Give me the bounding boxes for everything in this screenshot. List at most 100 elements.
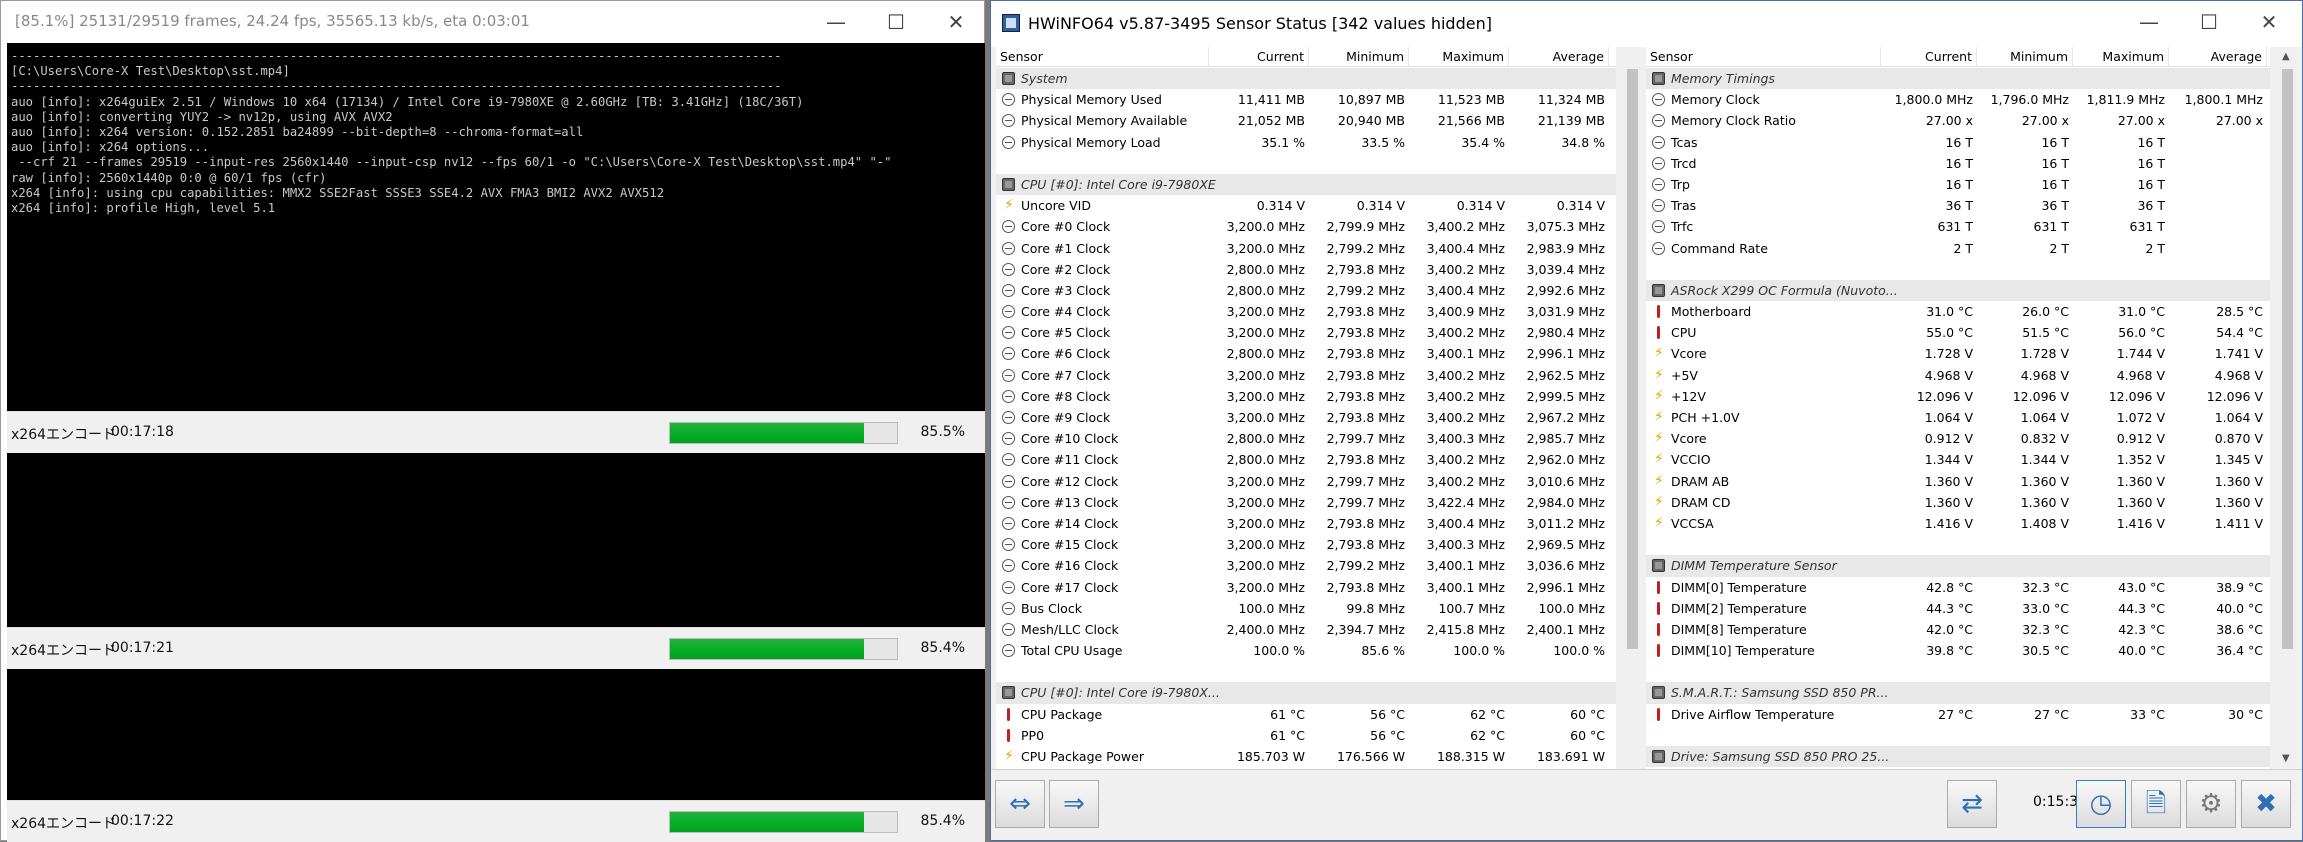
sensor-row[interactable]: ⚡ CPU Package Power 185.703 W 176.566 W 188.… (996, 746, 1616, 767)
sensor-row[interactable]: Core #15 Clock 3,200.0 MHz 2,793.8 MHz 3,40… (996, 534, 1616, 555)
sensor-row[interactable]: ⚡ Uncore VID 0.314 V 0.314 V 0.314 V 0.314 V (996, 195, 1616, 216)
scroll-down-icon[interactable]: ▼ (2282, 753, 2290, 764)
sensor-row[interactable]: DIMM[8] Temperature 42.0 °C 32.3 °C 42.3 °C… (1646, 619, 2270, 640)
sensor-group-header[interactable]: System (996, 68, 1616, 90)
maximize-button[interactable]: ☐ (873, 1, 919, 43)
sensor-row[interactable]: Core #0 Clock 3,200.0 MHz 2,799.9 MHz 3,400… (996, 216, 1616, 237)
network-button[interactable]: ⇄ (1947, 780, 1997, 828)
sensor-row[interactable]: Core #2 Clock 2,800.0 MHz 2,793.8 MHz 3,400… (996, 259, 1616, 280)
sensor-table-header: Sensor Current Minimum Maximum Average (1646, 47, 2270, 67)
sensor-row[interactable]: PP0 61 °C 56 °C 62 °C 60 °C (996, 725, 1616, 746)
sensor-row[interactable]: Core #13 Clock 3,200.0 MHz 2,799.7 MHz 3,42… (996, 492, 1616, 513)
log-file-button[interactable]: 🗎 (2131, 780, 2181, 828)
sensor-row[interactable]: Core #5 Clock 3,200.0 MHz 2,793.8 MHz 3,400… (996, 322, 1616, 343)
sensor-row[interactable]: ⚡ VCCIO 1.344 V 1.344 V 1.352 V 1.345 V (1646, 449, 2270, 470)
sensor-row[interactable]: Physical Memory Used 11,411 MB 10,897 MB 11… (996, 89, 1616, 110)
minimize-button[interactable]: — (813, 1, 859, 43)
sensor-row[interactable]: Total CPU Usage 100.0 % 85.6 % 100.0 % 100.0… (996, 640, 1616, 661)
sensor-row[interactable]: Motherboard 31.0 °C 26.0 °C 31.0 °C 28.5 °C (1646, 301, 2270, 322)
encoder-console-window: [85.1%] 25131/29519 frames, 24.24 fps, 3… (0, 0, 985, 842)
sensor-row[interactable]: ⚡ PCH +1.0V 1.064 V 1.064 V 1.072 V 1.064 V (1646, 407, 2270, 428)
scroll-up-icon[interactable]: ▲ (2282, 51, 2290, 62)
maximum-value: 3,400.1 MHz (1426, 579, 1505, 595)
sensor-row[interactable]: ⚡ +5V 4.968 V 4.968 V 4.968 V 4.968 V (1646, 365, 2270, 386)
sensor-row[interactable]: Core #3 Clock 2,800.0 MHz 2,799.2 MHz 3,400… (996, 280, 1616, 301)
sensor-row[interactable]: ⚡ Vcore 0.912 V 0.832 V 0.912 V 0.870 V (1646, 428, 2270, 449)
collapse-arrows-button[interactable]: ⇔ (995, 780, 1045, 828)
sensor-row[interactable]: Tras 36 T 36 T 36 T (1646, 195, 2270, 216)
sensor-row[interactable]: Trp 16 T 16 T 16 T (1646, 174, 2270, 195)
sensor-row[interactable]: Core #8 Clock 3,200.0 MHz 2,793.8 MHz 3,400… (996, 386, 1616, 407)
chip-icon (1002, 686, 1015, 700)
col-sensor[interactable]: Sensor (996, 47, 1209, 67)
clock-button[interactable]: ◷ (2076, 780, 2126, 828)
minimize-button[interactable]: — (2126, 1, 2172, 43)
sensor-group-header[interactable]: Memory Timings (1646, 68, 2270, 90)
sensor-table-right[interactable]: Sensor Current Minimum Maximum Average M… (1646, 47, 2270, 769)
sensor-table-left[interactable]: Sensor Current Minimum Maximum Average S… (996, 47, 1616, 769)
sensor-row[interactable]: ⚡ DRAM AB 1.360 V 1.360 V 1.360 V 1.360 V (1646, 471, 2270, 492)
layout-arrows-button[interactable]: ⇒ (1049, 780, 1099, 828)
sensor-row[interactable]: ⚡ DRAM CD 1.360 V 1.360 V 1.360 V 1.360 V (1646, 492, 2270, 513)
sensor-row[interactable]: Core #17 Clock 3,200.0 MHz 2,793.8 MHz 3,40… (996, 577, 1616, 598)
sensor-row[interactable]: ⚡ Vcore 1.728 V 1.728 V 1.744 V 1.741 V (1646, 343, 2270, 364)
col-sensor[interactable]: Sensor (1646, 47, 1881, 67)
sensor-group-header[interactable]: ASRock X299 OC Formula (Nuvoto... (1646, 279, 2270, 302)
col-average[interactable]: Average (2169, 47, 2267, 67)
scrollbar-thumb[interactable] (1627, 69, 1638, 649)
sensor-group-header[interactable]: CPU [#0]: Intel Core i9-7980XE (996, 173, 1616, 196)
sensor-row[interactable]: Command Rate 2 T 2 T 2 T (1646, 238, 2270, 259)
sensor-group-header[interactable]: CPU [#0]: Intel Core i9-7980X... (996, 682, 1616, 704)
sensor-row[interactable]: Trfc 631 T 631 T 631 T (1646, 216, 2270, 237)
sensor-row[interactable]: Core #4 Clock 3,200.0 MHz 2,793.8 MHz 3,400… (996, 301, 1616, 322)
sensor-row[interactable]: Trcd 16 T 16 T 16 T (1646, 153, 2270, 174)
right-pane-scrollbar[interactable]: ▲ ▼ (2279, 47, 2296, 769)
scrollbar-thumb[interactable] (2282, 69, 2293, 649)
sensor-row[interactable]: DIMM[10] Temperature 39.8 °C 30.5 °C 40.0 °… (1646, 640, 2270, 661)
sensor-row[interactable]: Core #16 Clock 3,200.0 MHz 2,799.2 MHz 3,40… (996, 555, 1616, 576)
sensor-name: CPU Package Power (1021, 749, 1144, 764)
col-current[interactable]: Current (1881, 47, 1977, 67)
col-average[interactable]: Average (1509, 47, 1609, 67)
close-sensors-button[interactable]: ✖ (2241, 780, 2291, 828)
sensor-row[interactable]: DIMM[0] Temperature 42.8 °C 32.3 °C 43.0 °C… (1646, 577, 2270, 598)
sensor-row[interactable]: Core #7 Clock 3,200.0 MHz 2,793.8 MHz 3,400… (996, 365, 1616, 386)
sensor-row[interactable]: Core #9 Clock 3,200.0 MHz 2,793.8 MHz 3,400… (996, 407, 1616, 428)
sensor-row[interactable]: Memory Clock 1,800.0 MHz 1,796.0 MHz 1,811.… (1646, 89, 2270, 110)
sensor-row[interactable]: Drive Airflow Temperature 27 °C 27 °C 33 °C… (1646, 704, 2270, 725)
sensor-group-header[interactable]: S.M.A.R.T.: Samsung SSD 850 PR... (1646, 682, 2270, 704)
sensor-row[interactable]: Physical Memory Load 35.1 % 33.5 % 35.4 % 34… (996, 132, 1616, 153)
sensor-row[interactable]: CPU Package 61 °C 56 °C 62 °C 60 °C (996, 704, 1616, 725)
sensor-row[interactable]: Core #12 Clock 3,200.0 MHz 2,799.7 MHz 3,40… (996, 471, 1616, 492)
sensor-row[interactable]: ⚡ +12V 12.096 V 12.096 V 12.096 V 12.096 V (1646, 386, 2270, 407)
sensor-row[interactable]: CPU 55.0 °C 51.5 °C 56.0 °C 54.4 °C (1646, 322, 2270, 343)
settings-button[interactable]: ⚙ (2186, 780, 2236, 828)
left-pane-scrollbar[interactable] (1624, 47, 1641, 769)
col-minimum[interactable]: Minimum (1309, 47, 1409, 67)
sensor-row[interactable]: Memory Clock Ratio 27.00 x 27.00 x 27.00 x 2… (1646, 110, 2270, 131)
col-current[interactable]: Current (1209, 47, 1309, 67)
sensor-row[interactable]: Tcas 16 T 16 T 16 T (1646, 132, 2270, 153)
sensor-group-header[interactable]: Drive: Samsung SSD 850 PRO 25... (1646, 746, 2270, 768)
sensor-row[interactable]: DIMM[2] Temperature 44.3 °C 33.0 °C 44.3 °C… (1646, 598, 2270, 619)
encode-label: x264エンコード (11, 427, 117, 443)
sensor-row[interactable]: Core #6 Clock 2,800.0 MHz 2,793.8 MHz 3,400… (996, 343, 1616, 364)
sensor-row[interactable]: Core #14 Clock 3,200.0 MHz 2,793.8 MHz 3,40… (996, 513, 1616, 534)
maximize-button[interactable]: ☐ (2186, 1, 2232, 43)
sensor-row[interactable]: Core #10 Clock 2,800.0 MHz 2,799.7 MHz 3,40… (996, 428, 1616, 449)
close-button[interactable]: ✕ (2246, 1, 2292, 43)
group-name: Memory Timings (1671, 71, 1775, 86)
col-maximum[interactable]: Maximum (2073, 47, 2169, 67)
sensor-row[interactable]: ⚡ VCCSA 1.416 V 1.408 V 1.416 V 1.411 V (1646, 513, 2270, 534)
col-maximum[interactable]: Maximum (1409, 47, 1509, 67)
sensor-group-header[interactable]: DIMM Temperature Sensor (1646, 555, 2270, 577)
close-button[interactable]: ✕ (933, 1, 979, 43)
sensor-row[interactable]: Core #11 Clock 2,800.0 MHz 2,793.8 MHz 3,40… (996, 449, 1616, 470)
sensor-row[interactable]: Core #1 Clock 3,200.0 MHz 2,799.2 MHz 3,400… (996, 238, 1616, 259)
sensor-row[interactable]: Bus Clock 100.0 MHz 99.8 MHz 100.7 MHz 100.0… (996, 598, 1616, 619)
sensor-row[interactable]: Mesh/LLC Clock 2,400.0 MHz 2,394.7 MHz 2,41… (996, 619, 1616, 640)
col-minimum[interactable]: Minimum (1977, 47, 2073, 67)
minimum-value: 2,793.8 MHz (1326, 304, 1405, 320)
thermometer-icon (1652, 580, 1665, 594)
sensor-row[interactable]: Physical Memory Available 21,052 MB 20,940… (996, 110, 1616, 131)
